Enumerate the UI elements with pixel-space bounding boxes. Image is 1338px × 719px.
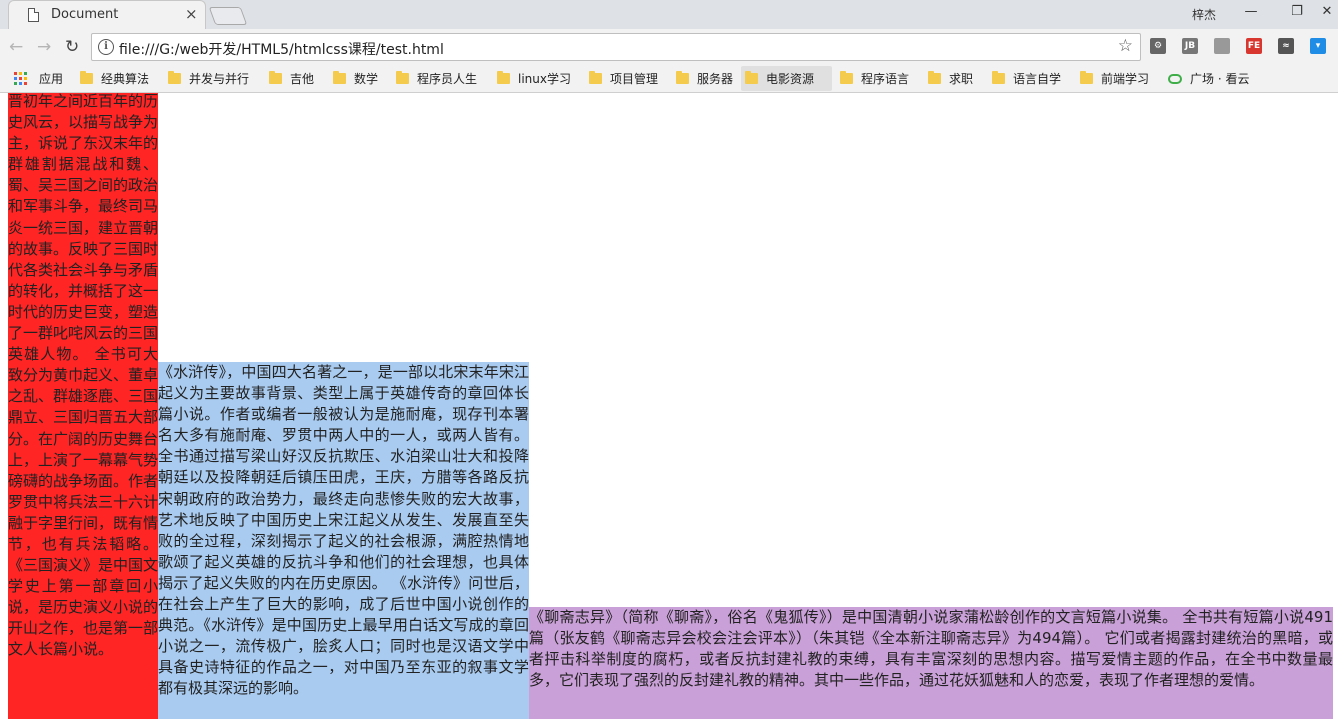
url-text[interactable]: file:///G:/web开发/HTML5/htmlcss课程/test.ht… bbox=[119, 39, 444, 59]
bookmark-item[interactable]: 程序员人生 bbox=[392, 66, 491, 91]
browser-tab[interactable]: Document × bbox=[8, 0, 206, 29]
eye-extension-icon[interactable]: ≈ bbox=[1278, 38, 1294, 54]
liaozhai-paragraph: 《聊斋志异》（简称《聊斋》，俗名《鬼狐传》）是中国清朝小说家蒲松龄创作的文言短篇… bbox=[529, 607, 1333, 719]
folder-icon bbox=[676, 71, 689, 84]
bookmark-item[interactable]: 应用 bbox=[10, 66, 74, 91]
puzzle-extension-icon[interactable] bbox=[1214, 38, 1230, 54]
bookmark-label: 电影资源 bbox=[766, 72, 815, 86]
browser-toolbar: ← → ↻ i file:///G:/web开发/HTML5/htmlcss课程… bbox=[0, 29, 1338, 66]
folder-icon bbox=[745, 71, 758, 84]
folder-icon bbox=[168, 71, 181, 84]
gear-extension-icon[interactable]: ⚙ bbox=[1150, 38, 1166, 54]
bookmark-item[interactable]: 前端学习 bbox=[1076, 66, 1162, 91]
jb-extension-icon[interactable]: JB bbox=[1182, 38, 1198, 54]
folder-icon bbox=[992, 71, 1005, 84]
fe-extension-icon[interactable]: FE bbox=[1246, 38, 1262, 54]
bookmark-item[interactable]: 求职 bbox=[924, 66, 986, 91]
reload-icon[interactable]: ↻ bbox=[65, 37, 79, 57]
restore-button[interactable]: ❐ bbox=[1282, 4, 1312, 19]
folder-icon bbox=[840, 71, 853, 84]
profile-name[interactable]: 梓杰 bbox=[1192, 6, 1216, 23]
bookmark-item[interactable]: 经典算法 bbox=[76, 66, 160, 91]
tab-title: Document bbox=[51, 7, 119, 22]
bookmark-label: 项目管理 bbox=[610, 72, 659, 86]
address-bar[interactable]: i file:///G:/web开发/HTML5/htmlcss课程/test.… bbox=[91, 33, 1141, 61]
bookmark-label: 服务器 bbox=[697, 72, 734, 86]
info-icon[interactable]: i bbox=[98, 39, 114, 55]
bookmark-item[interactable]: 项目管理 bbox=[585, 66, 669, 91]
forward-icon[interactable]: → bbox=[37, 37, 51, 57]
bookmark-item[interactable]: 程序语言 bbox=[836, 66, 922, 91]
bookmark-label: 程序员人生 bbox=[417, 72, 478, 86]
bookmark-label: 吉他 bbox=[290, 72, 315, 86]
bookmark-item[interactable]: 电影资源 bbox=[741, 66, 832, 91]
bookmark-star-icon[interactable]: ☆ bbox=[1118, 36, 1133, 56]
folder-icon bbox=[589, 71, 602, 84]
folder-icon bbox=[269, 71, 282, 84]
folder-icon bbox=[80, 71, 93, 84]
folder-icon bbox=[333, 71, 346, 84]
bookmark-label: 语言自学 bbox=[1013, 72, 1062, 86]
bookmark-label: 数学 bbox=[354, 72, 379, 86]
bookmark-item[interactable]: 服务器 bbox=[672, 66, 740, 91]
bookmark-label: 经典算法 bbox=[101, 72, 150, 86]
shuihu-paragraph: 《水浒传》，中国四大名著之一，是一部以北宋末年宋江起义为主要故事背景、类型上属于… bbox=[158, 362, 529, 719]
bookmark-item[interactable]: 数学 bbox=[329, 66, 391, 91]
folder-icon bbox=[928, 71, 941, 84]
bookmark-item[interactable]: linux学习 bbox=[493, 66, 581, 91]
pocket-extension-icon[interactable]: ▾ bbox=[1310, 38, 1326, 54]
bookmark-label: 应用 bbox=[39, 72, 64, 86]
close-window-button[interactable]: ✕ bbox=[1312, 4, 1338, 19]
bookmark-label: 广场 · 看云 bbox=[1190, 72, 1250, 86]
minimize-button[interactable]: — bbox=[1236, 4, 1266, 19]
bookmark-label: 求职 bbox=[949, 72, 974, 86]
page-content: 晋初年之间近百年的历史风云，以描写战争为主，诉说了东汉末年的群雄割据混战和魏、蜀… bbox=[0, 93, 1338, 719]
bookmark-item[interactable]: 吉他 bbox=[265, 66, 327, 91]
folder-icon bbox=[497, 71, 510, 84]
bookmark-label: 前端学习 bbox=[1101, 72, 1150, 86]
bookmark-label: 程序语言 bbox=[861, 72, 910, 86]
bookmark-label: 并发与并行 bbox=[189, 72, 250, 86]
apps-grid-icon bbox=[14, 72, 27, 85]
bookmark-label: linux学习 bbox=[518, 72, 571, 86]
bookmark-item[interactable]: 语言自学 bbox=[988, 66, 1074, 91]
sanguo-paragraph: 晋初年之间近百年的历史风云，以描写战争为主，诉说了东汉末年的群雄割据混战和魏、蜀… bbox=[8, 93, 158, 719]
bookmarks-bar: 应用 经典算法 并发与并行 吉他 数学 程序员人生 linux学习 项目管理 服务器 电影资源 程序… bbox=[0, 66, 1338, 93]
bookmark-item[interactable]: 并发与并行 bbox=[164, 66, 260, 91]
back-icon[interactable]: ← bbox=[9, 37, 23, 57]
folder-icon bbox=[1080, 71, 1093, 84]
tab-close-icon[interactable]: × bbox=[185, 5, 198, 23]
folder-icon bbox=[396, 71, 409, 84]
cloud-icon bbox=[1168, 73, 1182, 84]
document-icon bbox=[28, 8, 39, 22]
new-tab-button[interactable] bbox=[208, 7, 248, 25]
title-bar: Document × 梓杰 — ❐ ✕ bbox=[0, 0, 1338, 29]
bookmark-item[interactable]: 广场 · 看云 bbox=[1164, 66, 1256, 91]
